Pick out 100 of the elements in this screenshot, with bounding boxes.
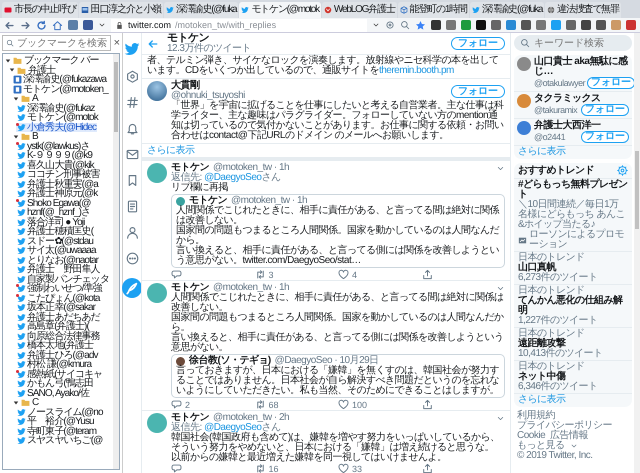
envelope-icon[interactable] [126, 148, 138, 161]
bookmark-item[interactable]: 弁護士穂積匡史( [16, 227, 94, 236]
bird-icon [17, 122, 26, 132]
reload-icon[interactable] [36, 20, 47, 30]
bookmark-item[interactable]: K-９９９９(@k9 [16, 151, 94, 160]
bookmark-item[interactable]: 坂本正幸(@sakar [16, 303, 96, 312]
bookmarks-icon[interactable] [68, 20, 78, 30]
browser-tab[interactable]: 市長の中止呼び [2, 2, 78, 18]
more-link[interactable]: もっと見る [517, 441, 564, 451]
footer-link[interactable]: 利用規約 [517, 411, 555, 421]
bookmark-item[interactable]: 弁護士神原元(@k [16, 189, 98, 198]
bookmark-item[interactable]: モトケン(@motok [16, 113, 99, 122]
square-icon[interactable] [83, 20, 93, 30]
footer-link[interactable]: プライバシーポリシー [517, 421, 612, 431]
forward-icon[interactable] [20, 20, 31, 30]
bookmark-item[interactable]: サイ太(@uwaaaa [16, 246, 97, 256]
browser-tab[interactable]: 違法捜査で無罪 [545, 2, 621, 18]
folder-icon [20, 398, 31, 408]
bookmark-item[interactable]: SANO, Ayako/佐 [16, 388, 90, 398]
bookmark-item[interactable]: Shoko Egawa(@ [16, 198, 92, 208]
bookmark-folder[interactable]: A [12, 94, 39, 104]
hashtag-icon[interactable] [126, 96, 138, 109]
share-icon [422, 399, 432, 410]
search-icon[interactable] [400, 20, 410, 30]
retweet-button[interactable]: 16 [254, 463, 338, 473]
browser-tab[interactable]: WebLOG弁護士 [322, 2, 397, 18]
bookmark-item[interactable]: 橋本太地(弁護士 [16, 341, 94, 350]
close-button[interactable]: × [114, 37, 120, 49]
bookmark-item[interactable]: 喜久山大貴(@kik [16, 160, 95, 170]
bookmark-item[interactable]: ystk(@lawkus)さ [16, 142, 91, 151]
bookmark-item[interactable]: 高島章(弁護士)( [16, 322, 90, 332]
like-button[interactable]: 100 [338, 399, 422, 410]
bookmark-item[interactable]: 感熱紙(サイコキャ [16, 370, 104, 379]
retweet-button[interactable]: 68 [254, 399, 338, 410]
trend-name: 山口真帆 [518, 263, 556, 273]
browser-tab[interactable]: 能登町の1時間 [398, 2, 469, 18]
bookmark-item[interactable]: 弁護士あだちあだ [16, 312, 101, 322]
footer-link[interactable]: 広告情報 [550, 431, 588, 441]
bookmark-item[interactable]: スドー✿(@stdau [16, 236, 94, 246]
bookmark-search-field[interactable]: ブックマークを検索 [2, 35, 111, 51]
bookmark-item[interactable]: hznf(@_hznf_)さ [16, 208, 92, 218]
bookmark-item[interactable]: 向原総合法律事務 [16, 332, 101, 341]
bookmark-item[interactable]: 小倉秀夫(@Hidec [16, 122, 98, 132]
back-icon[interactable] [4, 20, 15, 30]
bird-icon[interactable] [124, 41, 140, 57]
bookmark-item[interactable]: ココチン刑事被害 [16, 170, 101, 180]
star-icon[interactable] [415, 20, 426, 30]
bookmark-item[interactable]: 深澤諭史(@fukazawa [12, 75, 108, 84]
zoom-icon[interactable] [385, 20, 395, 30]
explore-icon[interactable] [126, 70, 138, 83]
bookmark-item[interactable]: 寺町東子(@teram [16, 426, 98, 436]
bookmark-item[interactable]: 村松 謙(@kmura [16, 360, 92, 370]
like-button[interactable]: 4 [338, 269, 422, 280]
bookmark-item[interactable]: 深澤諭史(@fukaz [16, 104, 96, 113]
bookmark-item[interactable]: 弁護士ひろ(@adv [16, 350, 99, 360]
bookmark-item[interactable]: スヤスヤいちご(@ [16, 436, 104, 446]
bookmark-item[interactable]: 弁護士秋重実(@a [16, 180, 99, 189]
browser-tab[interactable]: 深澤諭史(@fuka [164, 2, 238, 18]
bookmark-item[interactable]: かもん弓(鴨志田 [16, 379, 94, 388]
trend-item[interactable]: 日本のトレンド てんかん悪化の仕組み解明 1,227件のツイート [514, 285, 632, 328]
like-button[interactable]: 33 [338, 463, 422, 473]
bell-icon[interactable] [126, 122, 138, 135]
bird-icon [472, 6, 480, 14]
more-icon[interactable] [126, 252, 138, 265]
retweet-button[interactable]: 3 [254, 269, 338, 280]
bookmark-item[interactable]: 弁護士 野田隼人 [16, 265, 101, 274]
bookmark-item[interactable]: モトケン(@motoken_ [12, 84, 109, 94]
browser-tab[interactable]: 深澤諭史(@fuka [470, 2, 544, 18]
bookmark-item[interactable]: 落合洋司 ● Yoji [16, 218, 86, 227]
trend-item[interactable]: 日本のトレンド 遠距離攻撃 10,413件のツイート [514, 328, 632, 361]
profile-icon[interactable] [126, 226, 138, 239]
bookmark-item[interactable]: 自家製パンチェッタ [16, 274, 110, 284]
trend-item[interactable]: #どらもっち無料プレゼント ＼10日間連続／毎日1万名様にどらもっち あんこ&ホイップ当たる♪ ローソンによるプロモーション [514, 179, 632, 252]
home-icon[interactable] [52, 20, 63, 30]
search-field[interactable]: キーワード検索 [514, 35, 632, 51]
bookmark-item[interactable]: ノースライム(@no [16, 408, 104, 417]
settings-icon[interactable] [617, 165, 628, 176]
trend-item[interactable]: 日本のトレンド ネット中傷 6,346件のツイート [514, 361, 632, 394]
bookmark-item[interactable]: 強制わいせつ/準強 [16, 284, 103, 294]
reply-button[interactable]: 2 [171, 399, 254, 410]
back-arrow-icon[interactable] [147, 38, 159, 50]
quoted-tweet[interactable]: モトケン @motoken_tw · 1h 人間関係でこじれたときに、相手に責任がある、と言ってる間は絶対に関係は改善しない。 国家間の問題もつまるところ人間関係。国家を動かしているのは人間なんだから。 言い換えると、相手に責任がある、と言ってる側には関係を改善しようという意思がない。twitter.com/DaegyoSeo/stat… [171, 194, 505, 268]
list-icon[interactable] [126, 200, 138, 213]
bookmark-folder[interactable]: B [12, 132, 39, 142]
bookmark-item[interactable]: こたぴょん(@kota [16, 294, 100, 303]
compose-button[interactable] [122, 278, 142, 298]
bookmark-item[interactable]: 平 裕介(@Yusu [16, 417, 95, 426]
caret-icon[interactable] [372, 21, 380, 29]
browser-tab[interactable]: モトケン(@motok [239, 2, 321, 18]
footer-link[interactable]: Cookie [517, 431, 546, 441]
quoted-tweet[interactable]: 徐台教(ソ・テギョ) @DaegyoSeo · 10月29日 言っておきますが、日本における「嫌韓」を無くすのは、韓国社会が努力することではありません。日本社会が自ら解決すべき問題だというのを忘れないようにしていただきたい。私も当然、そのためにできることはしますが。 [171, 354, 505, 398]
bookmark-item[interactable]: とりなお(@naotar [16, 256, 100, 265]
caret-icon[interactable] [98, 21, 106, 29]
bookmark-folder[interactable]: C [12, 398, 40, 408]
bookmark-folder[interactable]: 弁護士 [8, 66, 56, 75]
bookmark-icon[interactable] [126, 174, 138, 187]
address-field[interactable]: twitter.com /motoken_tw/with_replies [111, 18, 367, 32]
trend-item[interactable]: 日本のトレンド 山口真帆 6,273件のツイート [514, 252, 632, 285]
bookmark-folder[interactable]: ブックマーク バー [4, 56, 100, 66]
browser-tab[interactable]: 田口淳之介と小嶺 [78, 2, 164, 18]
